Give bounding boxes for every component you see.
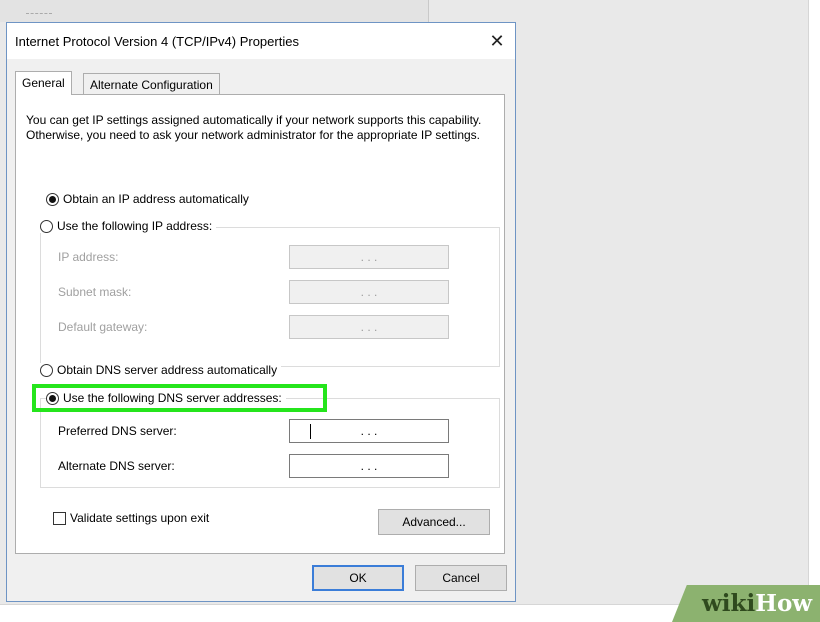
- wikihow-watermark: wikiHow: [672, 585, 820, 622]
- background-detail: [26, 13, 52, 16]
- alternate-dns-value: . . .: [360, 459, 378, 473]
- default-gateway-value: . . .: [360, 320, 378, 334]
- ip-address-value: . . .: [360, 250, 378, 264]
- validate-checkbox-label: Validate settings upon exit: [70, 511, 210, 525]
- dialog-titlebar: Internet Protocol Version 4 (TCP/IPv4) P…: [7, 23, 515, 59]
- tab-general[interactable]: General: [15, 71, 72, 95]
- ip-address-label: IP address:: [58, 250, 119, 264]
- validate-settings-checkbox[interactable]: Validate settings upon exit: [53, 511, 209, 525]
- close-icon: ✕: [489, 31, 505, 51]
- cancel-button-label: Cancel: [442, 571, 480, 585]
- subnet-mask-value: . . .: [360, 285, 378, 299]
- tab-general-label: General: [22, 76, 65, 90]
- advanced-button[interactable]: Advanced...: [378, 509, 490, 535]
- preferred-dns-label: Preferred DNS server:: [58, 424, 177, 438]
- default-gateway-label: Default gateway:: [58, 320, 148, 334]
- advanced-button-label: Advanced...: [402, 515, 466, 529]
- ipv4-properties-dialog: Internet Protocol Version 4 (TCP/IPv4) P…: [6, 22, 516, 602]
- tab-alternate-label: Alternate Configuration: [90, 78, 213, 92]
- radio-use-following-dns-indicator: [46, 391, 59, 405]
- ip-address-input[interactable]: . . .: [289, 245, 449, 269]
- radio-use-following-dns[interactable]: Use the following DNS server addresses:: [46, 391, 286, 405]
- radio-obtain-ip-auto[interactable]: Obtain an IP address automatically: [46, 192, 253, 206]
- tab-alternate-configuration[interactable]: Alternate Configuration: [83, 73, 220, 95]
- dialog-title: Internet Protocol Version 4 (TCP/IPv4) P…: [15, 34, 299, 49]
- preferred-dns-input[interactable]: . . .: [289, 419, 449, 443]
- ok-button-label: OK: [349, 571, 367, 585]
- dns-server-group: Preferred DNS server: . . . Alternate DN…: [40, 398, 500, 488]
- general-tab-panel: You can get IP settings assigned automat…: [15, 94, 505, 554]
- default-gateway-input[interactable]: . . .: [289, 315, 449, 339]
- radio-use-following-dns-label: Use the following DNS server addresses:: [63, 391, 282, 405]
- radio-obtain-dns-auto[interactable]: Obtain DNS server address automatically: [40, 363, 282, 377]
- cancel-button[interactable]: Cancel: [415, 565, 507, 591]
- alternate-dns-label: Alternate DNS server:: [58, 459, 175, 473]
- close-button[interactable]: ✕: [485, 29, 509, 53]
- subnet-mask-label: Subnet mask:: [58, 285, 132, 299]
- watermark-wiki: wiki: [702, 590, 756, 617]
- alternate-dns-input[interactable]: . . .: [289, 454, 449, 478]
- ip-address-group: IP address: . . . Subnet mask: . . . Def…: [40, 227, 500, 367]
- radio-use-following-ip-indicator: [40, 219, 53, 233]
- text-caret: [310, 424, 311, 439]
- radio-use-following-ip[interactable]: Use the following IP address:: [40, 219, 217, 233]
- watermark-how: How: [755, 590, 813, 617]
- validate-checkbox-box: [53, 511, 66, 525]
- radio-obtain-dns-auto-label: Obtain DNS server address automatically: [57, 363, 278, 377]
- description-text: You can get IP settings assigned automat…: [26, 113, 482, 142]
- radio-obtain-ip-auto-indicator: [46, 192, 59, 206]
- radio-use-following-ip-label: Use the following IP address:: [57, 219, 213, 233]
- radio-obtain-ip-auto-label: Obtain an IP address automatically: [63, 192, 249, 206]
- background-titlebar: [0, 0, 429, 22]
- subnet-mask-input[interactable]: . . .: [289, 280, 449, 304]
- radio-obtain-dns-auto-indicator: [40, 363, 53, 377]
- ok-button[interactable]: OK: [312, 565, 404, 591]
- preferred-dns-value: . . .: [360, 424, 378, 438]
